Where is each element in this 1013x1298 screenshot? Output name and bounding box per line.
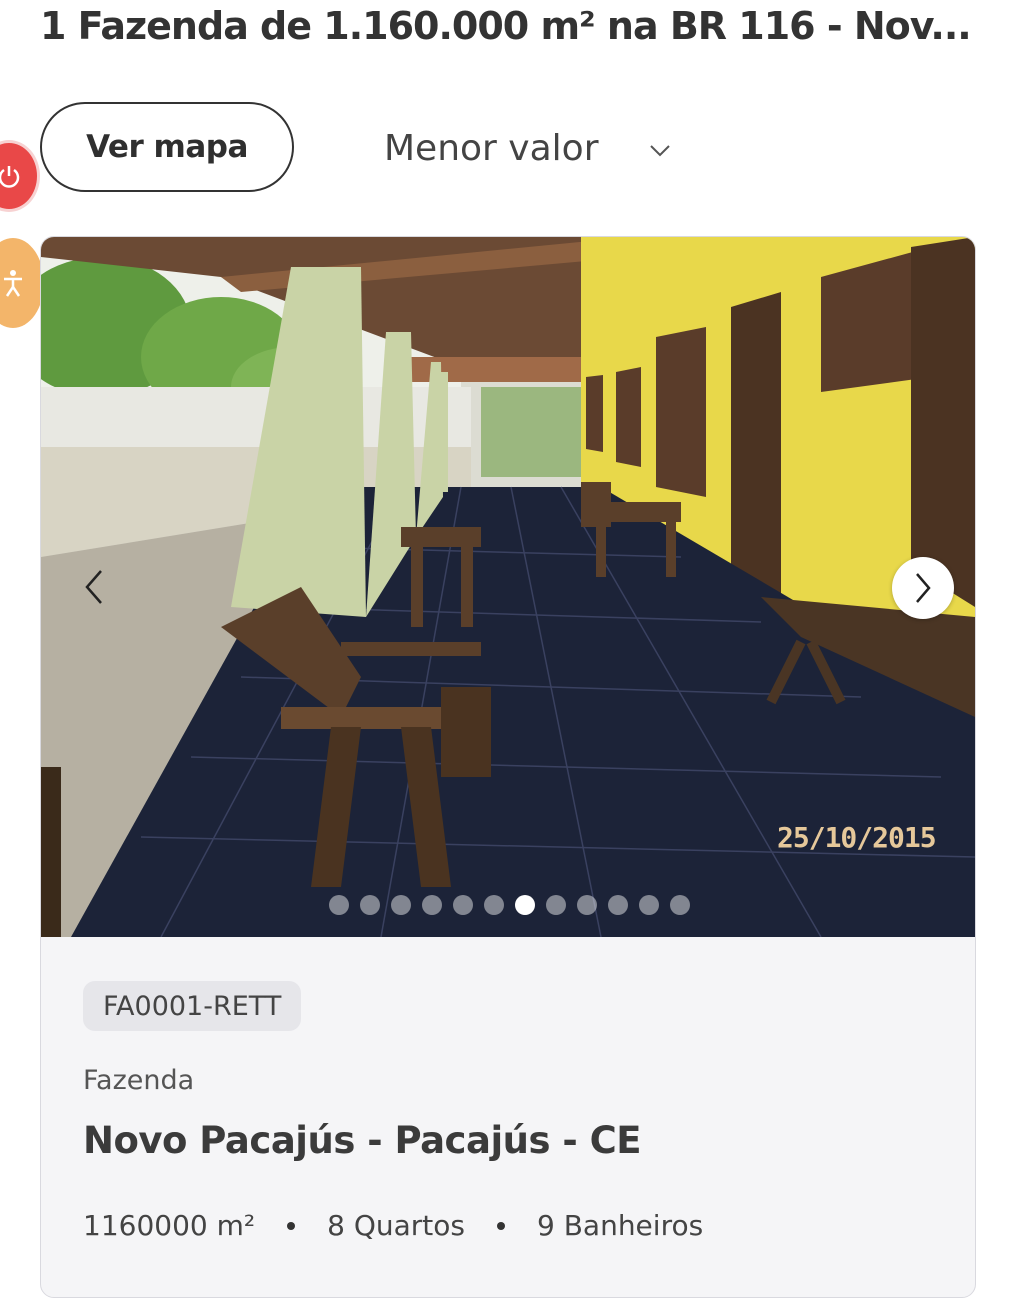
chevron-right-icon	[916, 573, 931, 603]
accessibility-float-button[interactable]	[0, 238, 44, 328]
pagination-dot[interactable]	[329, 895, 349, 915]
pagination-dot[interactable]	[577, 895, 597, 915]
reference-badge: FA0001-RETT	[83, 981, 302, 1031]
bathrooms-value: 9 Banheiros	[536, 1209, 704, 1242]
pagination-dot[interactable]	[484, 895, 504, 915]
pagination-dot[interactable]	[391, 895, 411, 915]
bedrooms-value: 8 Quartos	[327, 1209, 465, 1242]
pagination-dot[interactable]	[453, 895, 473, 915]
accessibility-icon	[4, 270, 22, 297]
pagination-dot[interactable]	[639, 895, 659, 915]
separator-dot	[287, 1221, 296, 1230]
property-features: 1160000 m² 8 Quartos 9 Banheiros	[83, 1209, 703, 1242]
next-photo-button[interactable]	[892, 557, 954, 619]
pagination-dot-active[interactable]	[515, 895, 535, 915]
property-card[interactable]: 25/10/2015 FA0001-RETT Fazenda Novo Paca…	[40, 236, 976, 1298]
pagination-dot[interactable]	[546, 895, 566, 915]
pagination-dot[interactable]	[670, 895, 690, 915]
area-value: 1160000 m²	[83, 1209, 256, 1242]
property-location[interactable]: Novo Pacajús - Pacajús - CE	[83, 1119, 642, 1162]
photo-pagination-dots[interactable]	[329, 895, 690, 915]
power-float-button[interactable]	[0, 140, 40, 212]
photo-date-stamp: 25/10/2015	[777, 821, 937, 854]
separator-dot	[496, 1221, 505, 1230]
pagination-dot[interactable]	[360, 895, 380, 915]
chevron-down-icon	[649, 145, 670, 157]
page-title: 1 Fazenda de 1.160.000 m² na BR 116 - No…	[40, 4, 972, 48]
chevron-left-icon	[85, 570, 102, 604]
sort-selected-label: Menor valor	[384, 127, 599, 169]
pagination-dot[interactable]	[608, 895, 628, 915]
power-icon	[0, 166, 20, 188]
sort-dropdown[interactable]: Menor valor	[384, 108, 671, 188]
pagination-dot[interactable]	[422, 895, 442, 915]
property-type: Fazenda	[83, 1065, 195, 1096]
previous-photo-button[interactable]	[79, 567, 109, 607]
view-map-button[interactable]: Ver mapa	[40, 102, 294, 192]
